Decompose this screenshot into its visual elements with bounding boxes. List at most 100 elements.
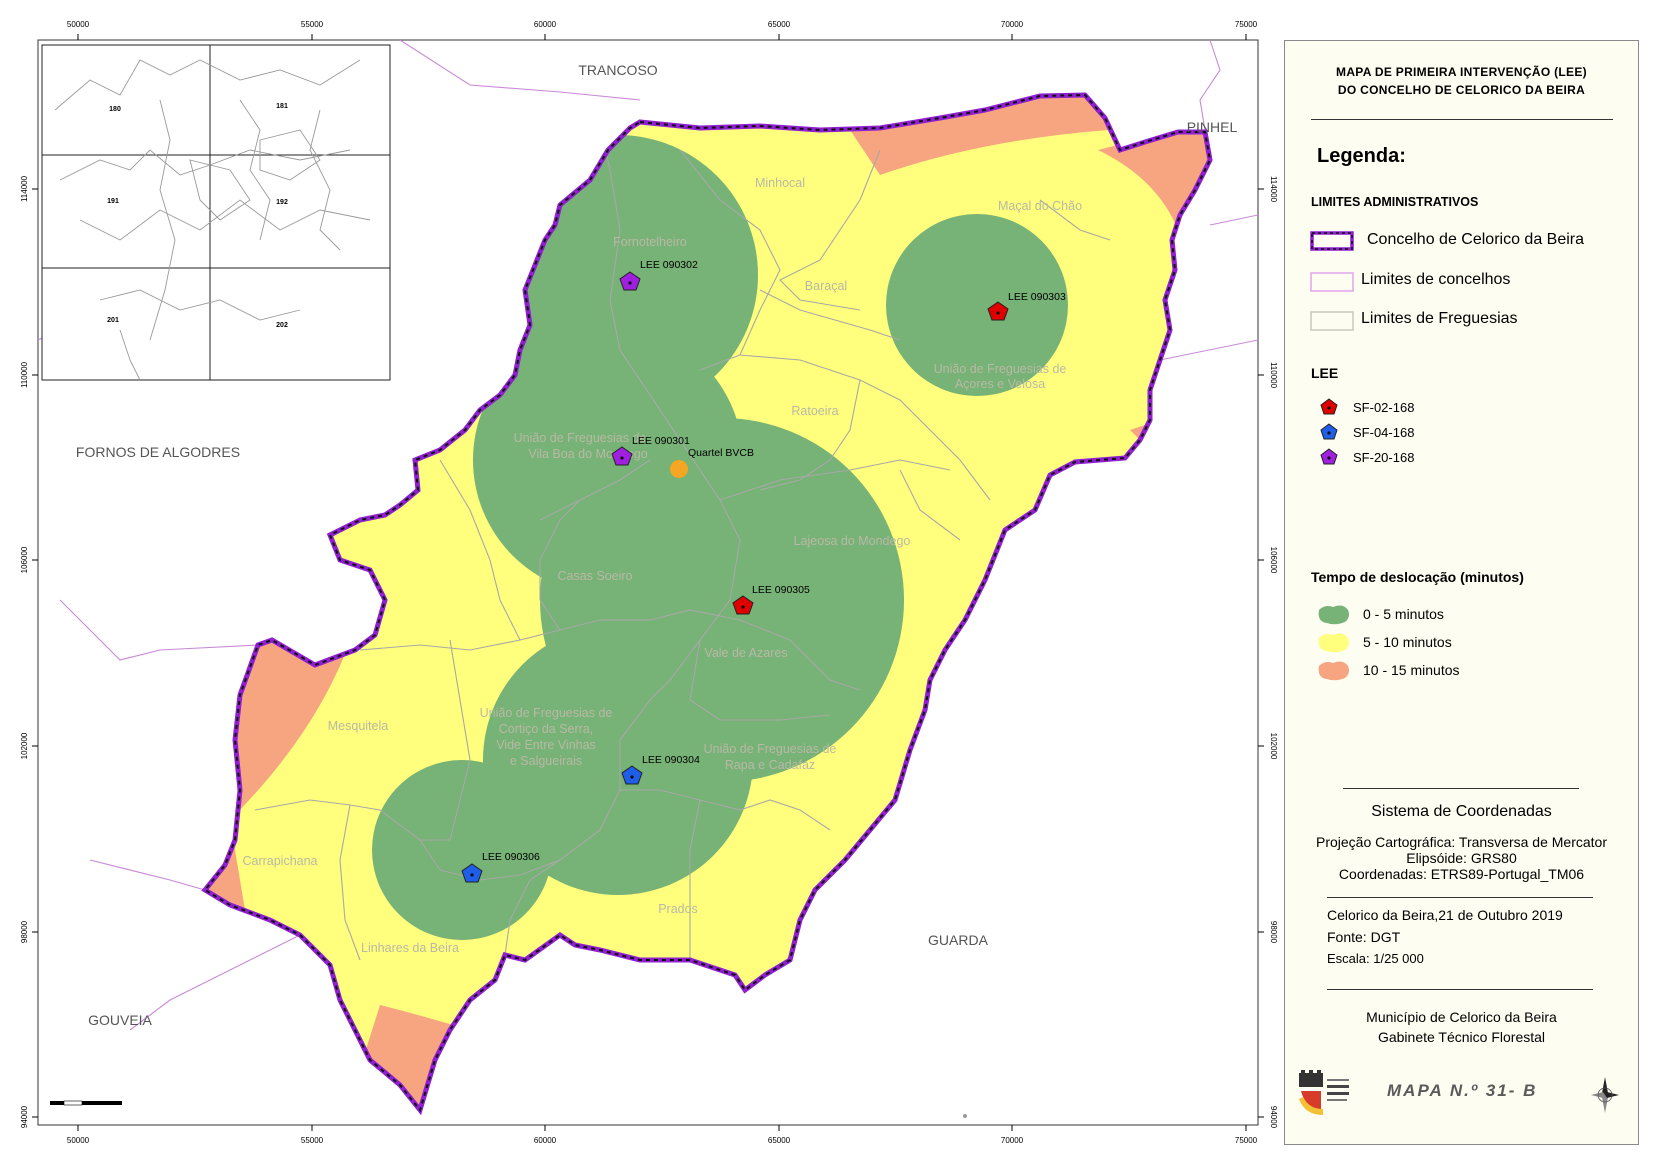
neighbor-fornos: FORNOS DE ALGODRES: [76, 444, 240, 460]
x-tick-bottom-60000: 60000: [534, 1136, 557, 1145]
y-tick-left-94000: 94000: [20, 1105, 29, 1128]
zone-0-5-swatch: [1318, 605, 1349, 625]
parish-macal: Maçal do Chão: [998, 199, 1082, 213]
neighbor-pinhel: PINHEL: [1187, 119, 1238, 135]
municipality-logo: [1299, 1070, 1349, 1115]
lee-section-title: LEE: [1311, 365, 1339, 381]
map-title: MAPA DE PRIMEIRA INTERVENÇÃO (LEE) DO CO…: [1285, 63, 1638, 99]
sf04-swatch: [1320, 423, 1338, 440]
neighbor-trancoso: TRANCOSO: [578, 62, 657, 78]
y-tick-left-98000: 98000: [20, 920, 29, 943]
x-tick-top-55000: 55000: [301, 20, 324, 29]
source: Fonte: DGT: [1327, 929, 1401, 945]
inset-sheet-201: 201: [107, 317, 119, 324]
coords-divider: [1343, 788, 1579, 789]
small-marker: [963, 1114, 967, 1118]
inset-sheet-180: 180: [109, 106, 121, 113]
freguesias-limit-swatch: [1310, 311, 1354, 331]
map-number: MAPA N.º 31- B: [1387, 1081, 1538, 1100]
lee-sf02-label: SF-02-168: [1353, 400, 1415, 415]
y-tick-right-110000: 110000: [1269, 362, 1278, 389]
admin-concelho-label: Concelho de Celorico da Beira: [1367, 231, 1585, 248]
x-tick-bottom-70000: 70000: [1001, 1136, 1024, 1145]
lee-090301-label: LEE 090301: [632, 435, 690, 447]
x-tick-bottom-75000: 75000: [1235, 1136, 1258, 1145]
quartel-label: Quartel BVCB: [688, 447, 754, 459]
parish-baracal: Baraçal: [805, 279, 847, 293]
sf20-swatch: [1320, 448, 1338, 465]
office: Gabinete Técnico Florestal: [1377, 1029, 1546, 1045]
x-tick-bottom-65000: 65000: [768, 1136, 791, 1145]
lee-090303-label: LEE 090303: [1008, 291, 1066, 303]
map-title-line-1: MAPA DE PRIMEIRA INTERVENÇÃO (LEE): [1336, 65, 1587, 79]
info-divider: [1327, 897, 1593, 898]
inset-sheet-181: 181: [276, 103, 288, 110]
parish-rapa-1: União de Freguesias de: [704, 742, 837, 756]
place-date: Celorico da Beira,21 de Outubro 2019: [1327, 907, 1563, 923]
coords-coordinates: Coordenadas: ETRS89-Portugal_TM06: [1338, 866, 1585, 882]
lee-sf20-label: SF-20-168: [1353, 450, 1415, 465]
x-tick-top-60000: 60000: [534, 20, 557, 29]
parish-lajeosa: Lajeosa do Mondego: [794, 534, 911, 548]
credits-divider: [1327, 989, 1593, 990]
parish-acores-1: União de Freguesias de: [934, 362, 1067, 376]
lee-090305-label: LEE 090305: [752, 584, 810, 596]
parish-vale: Vale de Azares: [704, 646, 787, 660]
zone-5-10-swatch: [1318, 633, 1349, 653]
legend-panel: MAPA DE PRIMEIRA INTERVENÇÃO (LEE) DO CO…: [1284, 40, 1639, 1145]
parish-ratoeira: Ratoeira: [791, 404, 838, 418]
lee-090304-label: LEE 090304: [642, 754, 700, 766]
sf02-swatch: [1320, 398, 1338, 415]
title-divider: [1311, 119, 1613, 120]
admin-section-title: LIMITES ADMINISTRATIVOS: [1311, 195, 1479, 209]
legend-heading: Legenda:: [1317, 145, 1406, 167]
parish-carrapichana: Carrapichana: [242, 854, 317, 868]
admin-concelhos-label: Limites de concelhos: [1361, 271, 1511, 288]
time-section-title: Tempo de deslocação (minutos): [1311, 569, 1524, 585]
lee-sf04-label: SF-04-168: [1353, 425, 1415, 440]
parish-cortico-2: Cortiço da Serra,: [499, 722, 593, 736]
lee-090302-label: LEE 090302: [640, 259, 698, 271]
parish-vilaboa-1: União de Freguesias de: [514, 431, 647, 445]
quartel-point[interactable]: [670, 460, 688, 478]
parish-casas: Casas Soeiro: [557, 569, 632, 583]
map-title-line-2: DO CONCELHO DE CELORICO DA BEIRA: [1337, 83, 1586, 97]
x-tick-top-75000: 75000: [1235, 20, 1258, 29]
parish-rapa-2: Rapa e Cadafaz: [725, 758, 815, 772]
compass-rose-icon: [1591, 1077, 1619, 1113]
time-5-10-label: 5 - 10 minutos: [1363, 634, 1452, 650]
time-0-5-label: 0 - 5 minutos: [1363, 606, 1444, 622]
parish-acores-2: Açores e Velosa: [955, 377, 1045, 391]
inset-sheet-191: 191: [107, 198, 119, 205]
x-tick-top-50000: 50000: [67, 20, 90, 29]
parish-mesquitela: Mesquitela: [328, 719, 388, 733]
y-tick-left-102000: 102000: [20, 732, 29, 759]
y-tick-left-106000: 106000: [20, 546, 29, 573]
scale: Escala: 1/25 000: [1327, 951, 1424, 966]
parish-cortico-1: União de Freguesias de: [480, 706, 613, 720]
y-tick-right-102000: 102000: [1269, 733, 1278, 760]
y-tick-left-110000: 110000: [20, 361, 29, 388]
overview-inset: 180 181 191 192 201 202: [41, 44, 391, 381]
x-tick-bottom-50000: 50000: [67, 1136, 90, 1145]
neighbor-guarda: GUARDA: [928, 932, 989, 948]
y-tick-right-106000: 106000: [1269, 547, 1278, 574]
y-tick-right-114000: 114000: [1269, 176, 1278, 203]
x-tick-bottom-55000: 55000: [301, 1136, 324, 1145]
parish-cortico-3: Vide Entre Vinhas: [496, 738, 596, 752]
zone-10-15-swatch: [1318, 661, 1349, 681]
y-tick-right-98000: 98000: [1269, 921, 1278, 944]
x-tick-top-65000: 65000: [768, 20, 791, 29]
inset-sheet-192: 192: [276, 199, 288, 206]
neighbor-gouveia: GOUVEIA: [88, 1012, 152, 1028]
scale-bar: [50, 1100, 122, 1106]
time-10-15-label: 10 - 15 minutos: [1363, 662, 1460, 678]
x-tick-top-70000: 70000: [1001, 20, 1024, 29]
coords-ellipsoid: Elipsóide: GRS80: [1406, 850, 1517, 866]
parish-linhares: Linhares da Beira: [361, 941, 459, 955]
parish-minhocal: Minhocal: [755, 176, 805, 190]
coords-projection: Projeção Cartográfica: Transversa de Mer…: [1315, 834, 1607, 850]
parish-prados: Prados: [658, 902, 698, 916]
admin-freguesias-label: Limites de Freguesias: [1361, 310, 1518, 327]
parish-fornotelheiro: Fornotelheiro: [613, 235, 687, 249]
